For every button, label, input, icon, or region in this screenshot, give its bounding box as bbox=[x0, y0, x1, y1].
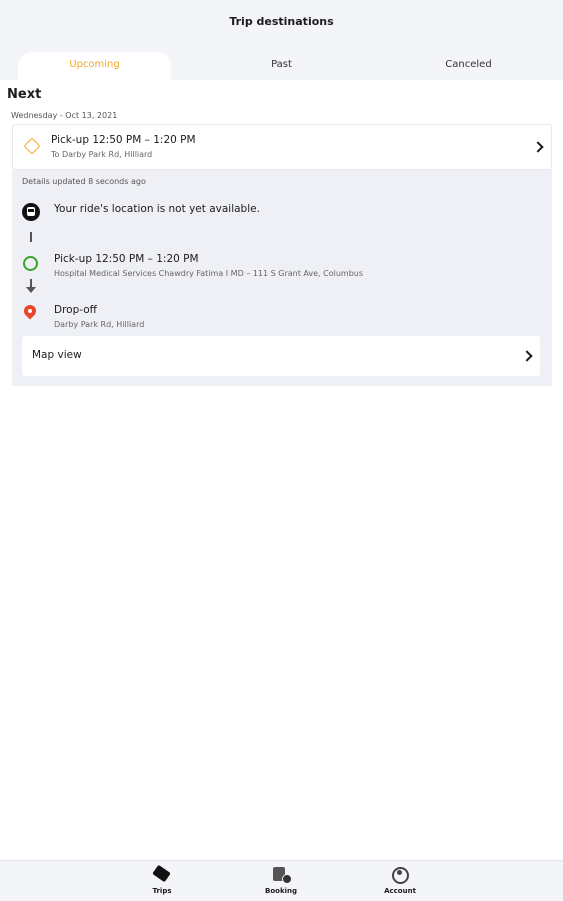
map-view-label: Map view bbox=[32, 349, 82, 361]
tab-past[interactable]: Past bbox=[205, 52, 358, 80]
trip-pickup-time: Pick-up 12:50 PM – 1:20 PM bbox=[51, 134, 196, 146]
nav-account-label: Account bbox=[384, 887, 416, 895]
trip-tabs: Upcoming Past Canceled bbox=[0, 52, 563, 80]
nav-booking[interactable]: Booking bbox=[251, 861, 311, 901]
ticket-icon bbox=[152, 864, 171, 883]
section-heading-next: Next bbox=[7, 87, 42, 102]
dropoff-address: Darby Park Rd, Hilliard bbox=[54, 320, 145, 329]
pickup-time: Pick-up 12:50 PM – 1:20 PM bbox=[54, 253, 199, 265]
trip-details-panel: Details updated 8 seconds ago Your ride'… bbox=[12, 170, 552, 386]
trip-destination: To Darby Park Rd, Hilliard bbox=[51, 150, 153, 159]
chevron-right-icon bbox=[521, 350, 533, 362]
page-title: Trip destinations bbox=[229, 15, 334, 28]
bottom-navigation: Trips Booking Account bbox=[0, 860, 563, 901]
tab-upcoming[interactable]: Upcoming bbox=[18, 52, 171, 80]
trip-summary-card[interactable]: Pick-up 12:50 PM – 1:20 PM To Darby Park… bbox=[12, 124, 552, 170]
timeline-connector bbox=[30, 232, 32, 242]
dropoff-title: Drop-off bbox=[54, 304, 97, 316]
nav-trips[interactable]: Trips bbox=[132, 861, 192, 901]
pickup-address: Hospital Medical Services Chawdry Fatima… bbox=[54, 269, 364, 278]
pickup-marker-icon bbox=[23, 256, 38, 271]
ride-location-status: Your ride's location is not yet availabl… bbox=[54, 203, 260, 215]
nav-account[interactable]: Account bbox=[370, 861, 430, 901]
route-diamond-icon bbox=[22, 136, 42, 156]
map-view-button[interactable]: Map view bbox=[22, 336, 540, 376]
details-updated-status: Details updated 8 seconds ago bbox=[22, 177, 146, 186]
chevron-right-icon bbox=[532, 141, 544, 153]
nav-trips-label: Trips bbox=[152, 887, 172, 895]
trip-date: Wednesday - Oct 13, 2021 bbox=[11, 111, 118, 120]
bus-icon bbox=[22, 203, 40, 221]
tab-canceled[interactable]: Canceled bbox=[392, 52, 545, 80]
app-header: Trip destinations Upcoming Past Canceled bbox=[0, 0, 563, 80]
nav-booking-label: Booking bbox=[264, 887, 297, 895]
arrow-down-icon bbox=[26, 287, 36, 293]
